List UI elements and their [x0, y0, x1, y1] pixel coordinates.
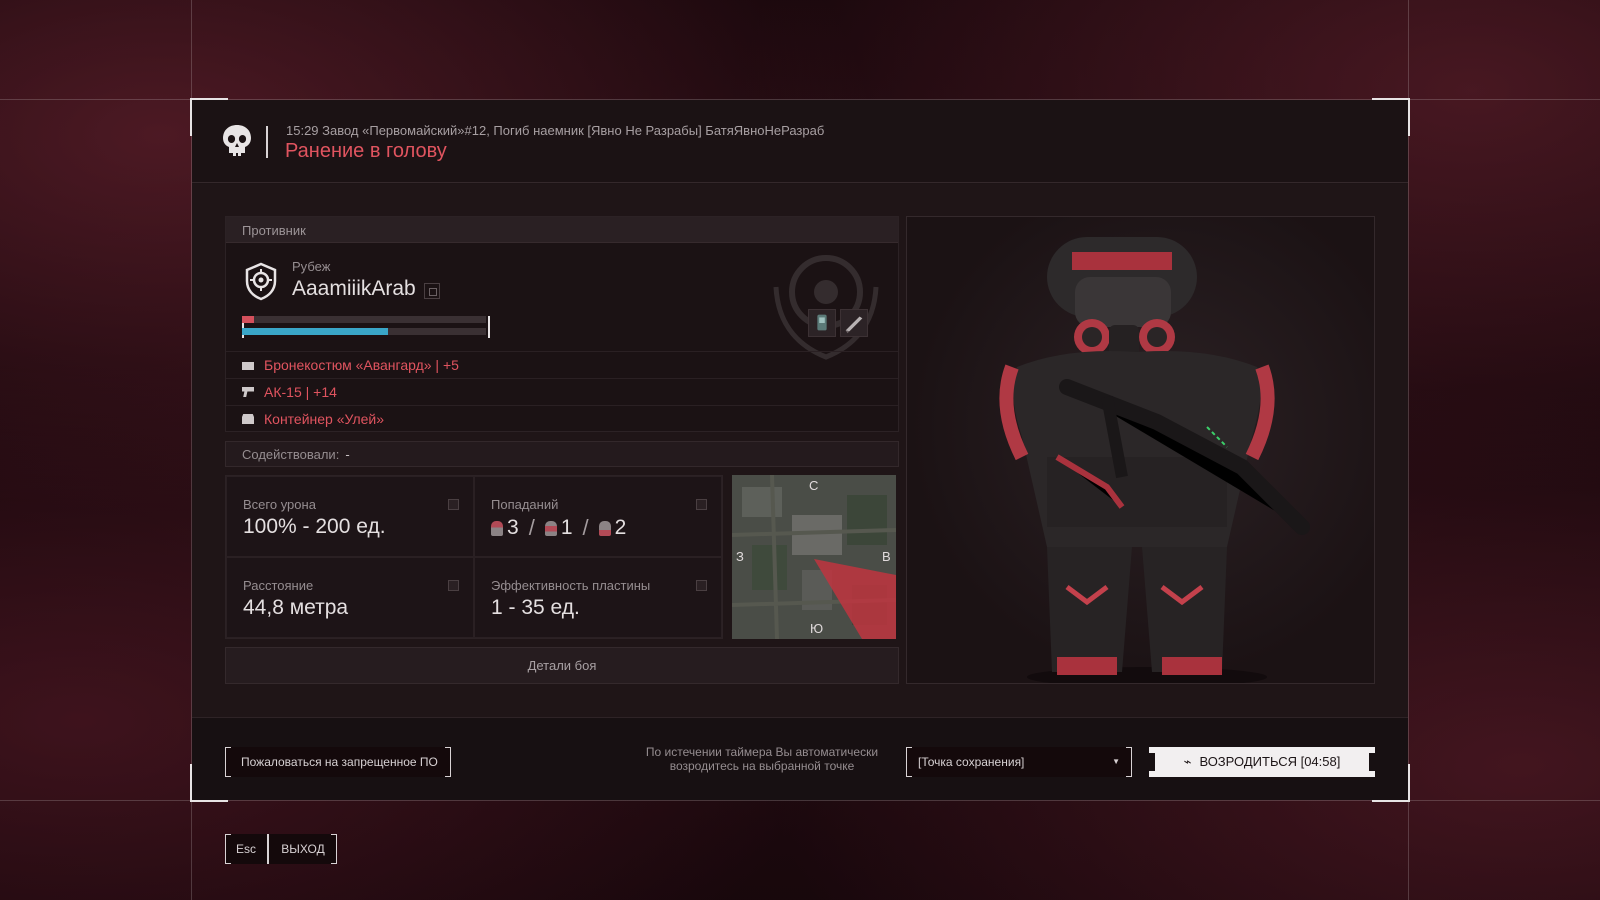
stat-total-damage: Всего урона 100% - 200 ед.: [226, 476, 474, 557]
stat-label: Всего урона: [243, 497, 316, 512]
armor-icon: [242, 362, 254, 370]
header-divider: [266, 126, 268, 158]
loadout-item-label[interactable]: Бронекостюм «Авангард» | +5: [264, 357, 459, 373]
legs-hits: 2: [614, 516, 627, 539]
enemy-loadout: Бронекостюм «Авангард» | +5 АК-15 | +14 …: [226, 351, 898, 432]
stat-hits: Попаданий 3 / 1 / 2: [474, 476, 722, 557]
button-notch: [1369, 753, 1375, 771]
death-dialog: 15:29 Завод «Первомайский»#12, Погиб нае…: [190, 98, 1410, 802]
enemy-section-label: Противник: [226, 217, 898, 243]
help-icon[interactable]: [448, 580, 459, 591]
armor-bar: [242, 316, 486, 323]
body-hit-icon: [544, 520, 557, 536]
loadout-item-label[interactable]: Контейнер «Улей»: [264, 411, 384, 427]
copy-name-icon[interactable]: [424, 283, 440, 299]
dropdown-caret-icon: ▼: [1112, 757, 1120, 766]
button-bracket: [225, 747, 231, 777]
death-event-line: 15:29 Завод «Первомайский»#12, Погиб нае…: [286, 123, 825, 138]
spawn-point-select[interactable]: [Точка сохранения] ▼: [906, 747, 1132, 777]
stat-label: Эффективность пластины: [491, 578, 651, 593]
death-header: 15:29 Завод «Первомайский»#12, Погиб нае…: [192, 100, 1408, 183]
assist-row: Содействовали: -: [225, 441, 899, 467]
stat-value: 1 - 35 ед.: [491, 596, 580, 619]
stat-plate-efficiency: Эффективность пластины 1 - 35 ед.: [474, 557, 722, 638]
respawn-button-label: ВОЗРОДИТЬСЯ [04:58]: [1199, 754, 1341, 769]
item-slot-injector-icon[interactable]: [808, 309, 836, 337]
hits-breakdown: 3 / 1 / 2: [491, 515, 626, 541]
combat-stats: Всего урона 100% - 200 ед. Попаданий 3 /…: [225, 475, 723, 639]
enemy-panel: Противник Рубеж AaamiiikArab Бронекостюм…: [225, 216, 899, 432]
rifle-icon: [242, 387, 254, 397]
stat-value: 100% - 200 ед.: [243, 515, 386, 538]
stat-label: Расстояние: [243, 578, 314, 593]
loadout-item: АК-15 | +14: [226, 378, 898, 405]
assist-label: Содействовали:: [242, 447, 340, 462]
button-bracket: [225, 834, 231, 864]
respawn-timer-note: По истечении таймера Вы автоматически во…: [645, 745, 879, 773]
legs-hit-icon: [598, 520, 611, 536]
container-icon: [242, 414, 254, 424]
pulse-icon: ⌁: [1183, 754, 1192, 769]
help-icon[interactable]: [448, 499, 459, 510]
faction-emblem-watermark-icon: [773, 255, 879, 360]
compass-south: Ю: [810, 621, 824, 636]
enemy-faction: Рубеж: [292, 259, 331, 274]
exit-hotkey: Esc: [225, 834, 269, 864]
death-reason: Ранение в голову: [285, 140, 447, 162]
report-cheater-button[interactable]: Пожаловаться на запрещенное ПО: [225, 747, 451, 777]
respawn-button[interactable]: ⌁ ВОЗРОДИТЬСЯ [04:58]: [1149, 747, 1375, 777]
separator: /: [528, 515, 535, 540]
frame-guide-line: [0, 800, 1600, 801]
exit-button-label: ВЫХОД: [281, 842, 325, 856]
health-bar: [242, 328, 486, 335]
compass-east: В: [882, 549, 891, 564]
button-notch: [1149, 753, 1155, 771]
enemy-name: AaamiiikArab: [292, 277, 416, 300]
enemy-character-render: [906, 216, 1375, 684]
report-button-label: Пожаловаться на запрещенное ПО: [241, 755, 438, 769]
item-slot-knife-icon[interactable]: [840, 309, 868, 337]
compass-west: З: [736, 549, 744, 564]
minimap-terrain: [732, 475, 896, 639]
skull-icon: [223, 125, 251, 156]
stat-distance: Расстояние 44,8 метра: [226, 557, 474, 638]
exit-control[interactable]: Esc ВЫХОД: [225, 834, 337, 864]
health-bar-fill: [242, 328, 388, 335]
loadout-item-label[interactable]: АК-15 | +14: [264, 384, 337, 400]
loadout-item: Контейнер «Улей»: [226, 405, 898, 432]
button-bracket: [1126, 747, 1132, 777]
compass-north: С: [809, 478, 819, 493]
death-footer: Пожаловаться на запрещенное ПО По истече…: [192, 717, 1408, 800]
spawn-point-value: [Точка сохранения]: [918, 755, 1025, 769]
death-body: Противник Рубеж AaamiiikArab Бронекостюм…: [192, 184, 1408, 717]
head-hit-icon: [491, 520, 503, 536]
faction-emblem-icon: [245, 262, 277, 301]
body-hits: 1: [560, 516, 573, 539]
help-icon[interactable]: [696, 580, 707, 591]
enemy-status-bars: [242, 316, 490, 338]
button-bracket: [445, 747, 451, 777]
stat-value: 44,8 метра: [243, 596, 349, 619]
stat-label: Попаданий: [491, 497, 559, 512]
separator: /: [582, 515, 589, 540]
help-icon[interactable]: [696, 499, 707, 510]
battle-details-button[interactable]: Детали боя: [225, 647, 899, 684]
button-bracket: [906, 747, 912, 777]
head-hits: 3: [507, 516, 519, 539]
bar-end-marker: [488, 316, 490, 338]
armor-bar-fill: [242, 316, 254, 323]
button-bracket: [331, 834, 337, 864]
loadout-item: Бронекостюм «Авангард» | +5: [226, 351, 898, 378]
enemy-soldier-image: [999, 237, 1310, 683]
assist-value: -: [345, 447, 350, 462]
kill-minimap[interactable]: С Ю З В: [732, 475, 896, 639]
